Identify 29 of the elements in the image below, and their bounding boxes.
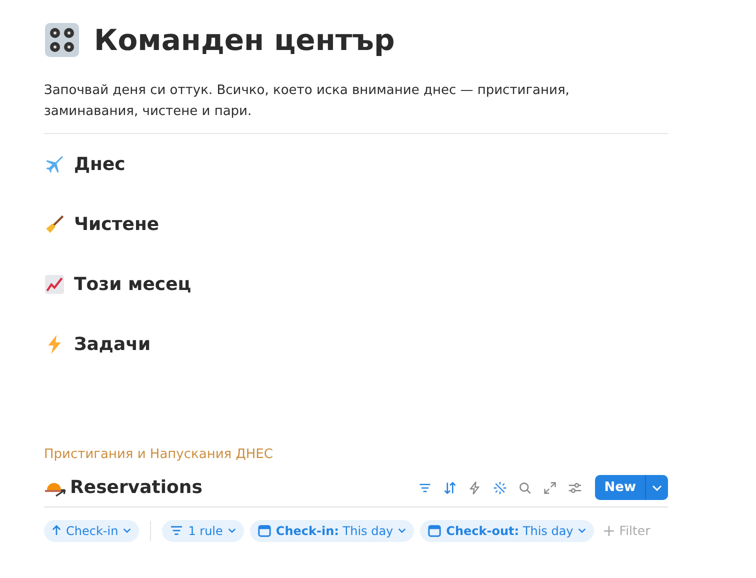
chevron-down-icon — [578, 528, 586, 533]
chevron-down-icon — [652, 484, 662, 490]
database-title: Reservations — [70, 477, 202, 498]
sort-chip[interactable]: Check-in — [44, 520, 140, 542]
plus-icon — [604, 526, 614, 536]
section-heading: Чистене — [74, 214, 160, 234]
arrow-up-icon — [52, 525, 61, 536]
broom-icon — [44, 214, 65, 234]
section-heading: Задачи — [74, 334, 151, 354]
new-dropdown-button[interactable] — [645, 475, 668, 500]
database-caption: Пристигания и Напускания ДНЕС — [44, 447, 274, 462]
page-description: Започвай деня си оттук. Всичко, което иска внимание днес — пристигания, заминавания, чистене и пари. — [44, 82, 570, 121]
control-knobs-icon — [44, 22, 80, 58]
calendar-icon — [258, 524, 271, 537]
chart-icon — [44, 274, 65, 294]
chevron-down-icon — [228, 528, 236, 533]
section-heading: Днес — [74, 154, 126, 174]
filter-chip[interactable]: Check-in: This day — [250, 520, 414, 542]
new-button[interactable]: New — [595, 475, 645, 500]
filter-chip[interactable]: Check-out: This day — [420, 520, 594, 542]
calendar-icon — [428, 524, 442, 537]
filter-icon — [170, 525, 184, 536]
filter-chip[interactable]: 1 rule — [162, 520, 244, 542]
add-filter-button[interactable]: Filter — [600, 519, 654, 542]
chevron-down-icon — [398, 528, 406, 533]
section-heading: Този месец — [74, 274, 192, 294]
page-title: Команден център — [94, 23, 395, 57]
airplane-icon — [44, 154, 65, 174]
chevron-down-icon — [123, 528, 132, 533]
